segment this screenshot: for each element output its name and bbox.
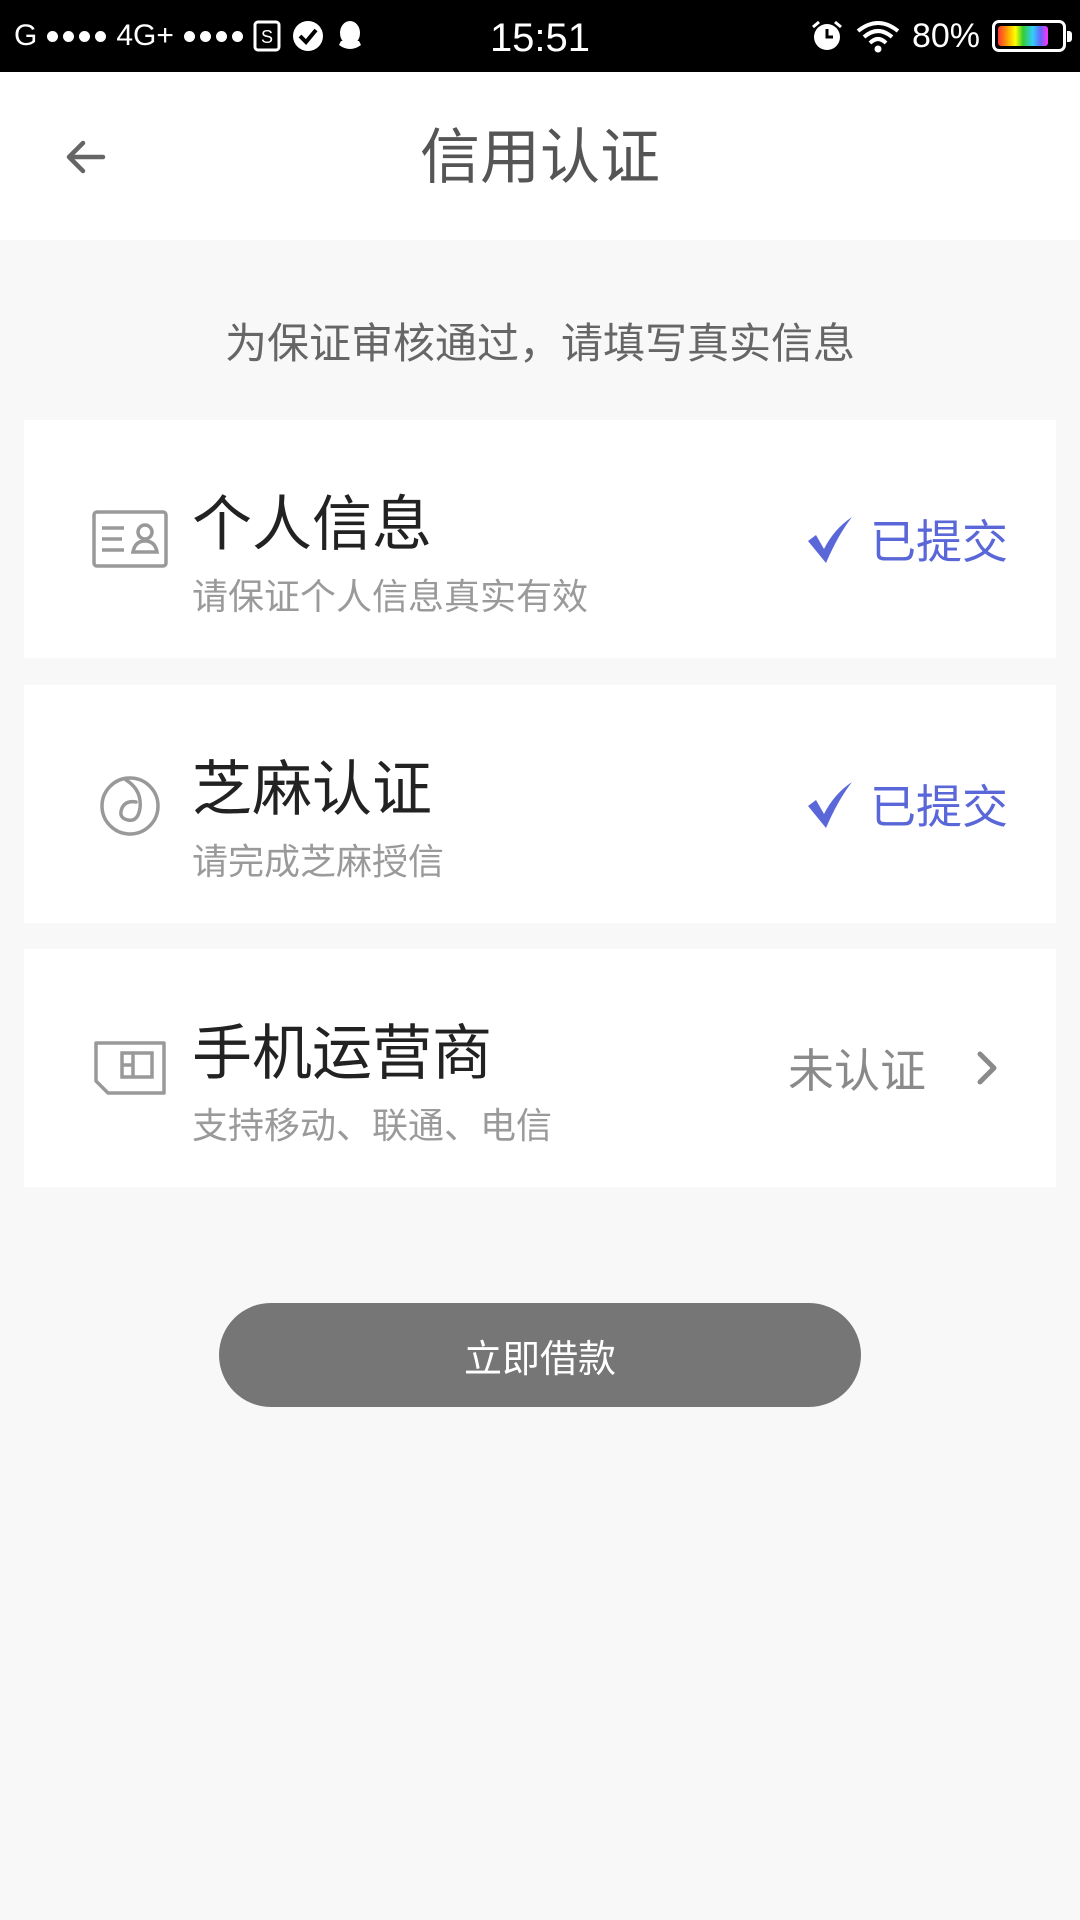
status-label: 已提交 xyxy=(870,780,1008,834)
item-title: 手机运营商 xyxy=(192,1019,492,1089)
signal-dots-icon xyxy=(47,30,107,42)
item-title: 芝麻认证 xyxy=(192,755,432,825)
sim-icon: S xyxy=(253,20,281,52)
auth-item-personal-info[interactable]: 个人信息 请保证个人信息真实有效 已提交 xyxy=(24,420,1056,658)
status-bar: G 4G+ S 15:51 80% xyxy=(0,0,1080,72)
sesame-icon xyxy=(70,685,190,923)
borrow-now-button[interactable]: 立即借款 xyxy=(219,1303,861,1407)
auth-item-sesame[interactable]: 芝麻认证 请完成芝麻授信 已提交 xyxy=(24,685,1056,923)
auth-item-carrier[interactable]: 手机运营商 支持移动、联通、电信 未认证 xyxy=(24,949,1056,1187)
item-subtitle: 请保证个人信息真实有效 xyxy=(192,577,589,618)
status-unverified: 未认证 xyxy=(788,949,1008,1187)
nav-header: 信用认证 xyxy=(0,72,1080,240)
battery-icon xyxy=(992,20,1072,52)
battery-percent: 80% xyxy=(911,16,980,55)
qq-icon xyxy=(335,19,365,53)
item-subtitle: 请完成芝麻授信 xyxy=(192,842,445,883)
item-subtitle: 支持移动、联通、电信 xyxy=(192,1106,553,1147)
carrier-label: G xyxy=(14,19,38,52)
status-bar-left: G 4G+ S xyxy=(14,0,365,72)
status-submitted: 已提交 xyxy=(804,420,1008,658)
checkmark-icon xyxy=(808,517,852,563)
status-label: 已提交 xyxy=(870,515,1008,569)
status-bar-right: 80% xyxy=(810,0,1072,72)
sim-card-icon xyxy=(70,949,190,1187)
chevron-right-icon xyxy=(977,1051,997,1085)
id-card-icon xyxy=(70,420,190,658)
status-submitted: 已提交 xyxy=(804,685,1008,923)
status-label: 未认证 xyxy=(788,1044,926,1098)
page-title: 信用认证 xyxy=(420,123,660,193)
network-label: 4G+ xyxy=(116,19,174,52)
alarm-icon xyxy=(810,19,844,53)
back-button[interactable] xyxy=(40,112,130,202)
checkmark-icon xyxy=(808,782,852,828)
wifi-icon xyxy=(856,19,900,53)
arrow-left-icon xyxy=(66,140,106,174)
svg-text:S: S xyxy=(261,27,273,47)
check-circle-icon xyxy=(291,19,325,53)
signal-dots-icon-2 xyxy=(183,30,243,42)
notice-text: 为保证审核通过，请填写真实信息 xyxy=(224,319,855,368)
item-title: 个人信息 xyxy=(192,490,432,560)
